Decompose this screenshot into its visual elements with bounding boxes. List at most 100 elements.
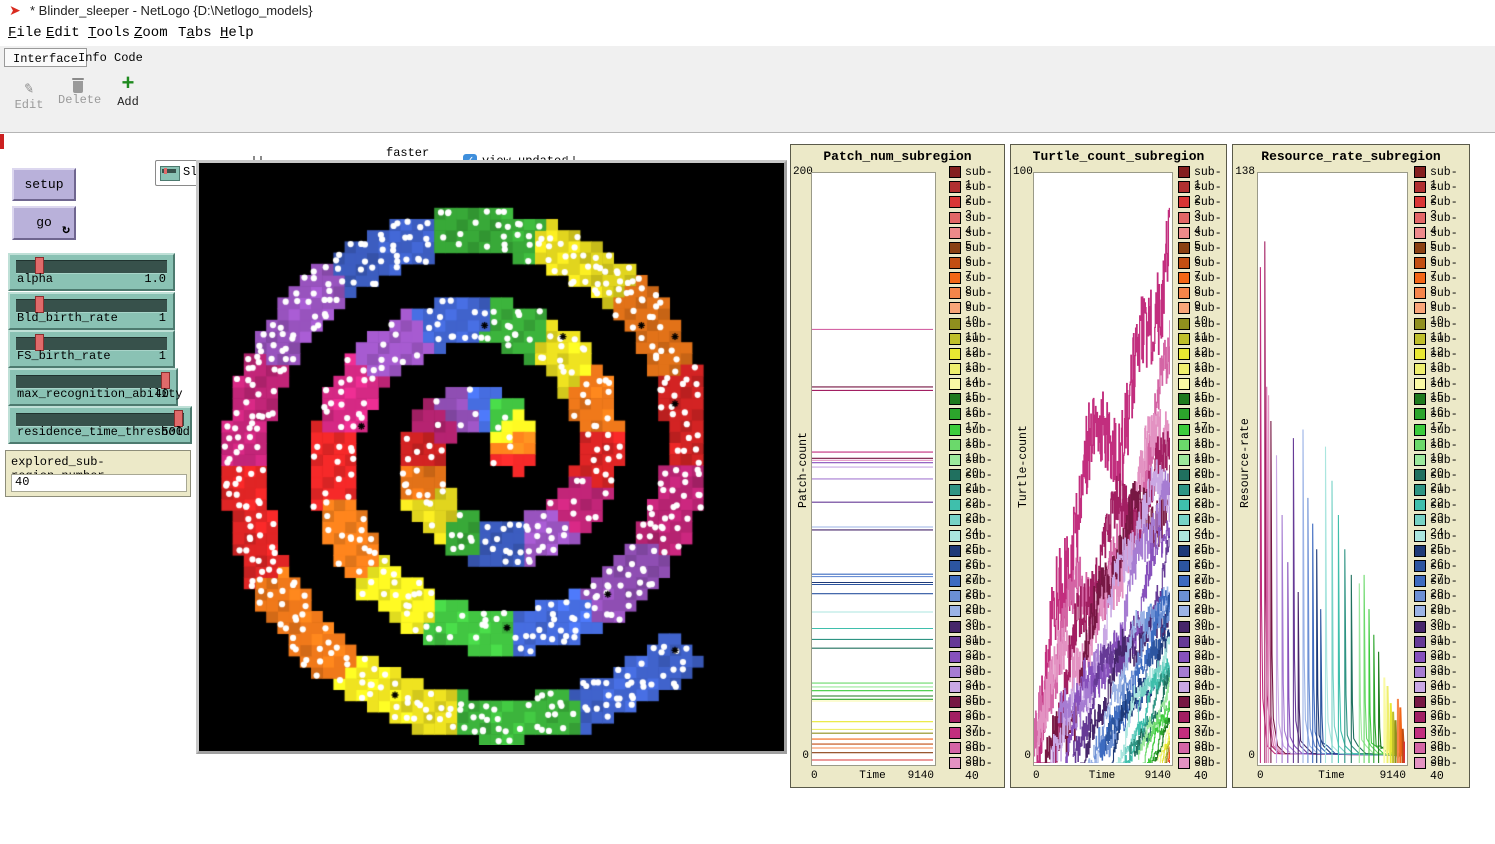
legend-swatch-icon bbox=[1414, 484, 1426, 496]
legend-swatch-icon bbox=[1414, 469, 1426, 481]
menu-help[interactable]: Help bbox=[220, 25, 254, 41]
plot-area bbox=[811, 172, 936, 766]
legend-swatch-icon bbox=[1414, 302, 1426, 314]
legend-swatch-icon bbox=[949, 757, 961, 769]
legend-swatch-icon bbox=[1414, 530, 1426, 542]
legend-swatch-icon bbox=[1414, 242, 1426, 254]
forever-icon: ↻ bbox=[62, 223, 70, 236]
slider-widget-icon bbox=[160, 166, 180, 181]
legend-swatch-icon bbox=[1178, 696, 1190, 708]
legend-swatch-icon bbox=[1178, 590, 1190, 602]
legend-swatch-icon bbox=[1178, 575, 1190, 587]
left-edge-red-mark bbox=[0, 134, 4, 149]
legend-label: sub-40 bbox=[1194, 757, 1222, 783]
legend-swatch-icon bbox=[949, 318, 961, 330]
monitor-explored-subregion-number: explored_sub-region_number 40 bbox=[5, 450, 191, 497]
go-button[interactable]: go ↻ bbox=[12, 206, 76, 240]
legend-swatch-icon bbox=[1178, 424, 1190, 436]
legend-swatch-icon bbox=[1178, 408, 1190, 420]
legend-swatch-icon bbox=[949, 545, 961, 557]
netlogo-logo-icon: ➤ bbox=[9, 3, 21, 19]
legend-swatch-icon bbox=[949, 424, 961, 436]
legend-swatch-icon bbox=[949, 333, 961, 345]
x-axis-max-label: 9140 bbox=[1257, 770, 1406, 782]
plot-area bbox=[1033, 172, 1173, 766]
legend-swatch-icon bbox=[949, 454, 961, 466]
legend-swatch-icon bbox=[949, 514, 961, 526]
legend-swatch-icon bbox=[949, 727, 961, 739]
legend-swatch-icon bbox=[949, 257, 961, 269]
menu-zoom[interactable]: Zoom bbox=[134, 25, 168, 41]
slider-label: alpha bbox=[17, 272, 53, 286]
legend-swatch-icon bbox=[1178, 348, 1190, 360]
window-title: * Blinder_sleeper - NetLogo {D:\Netlogo_… bbox=[30, 3, 313, 18]
slider-alpha[interactable]: alpha 1.0 bbox=[8, 253, 175, 291]
legend-swatch-icon bbox=[1178, 439, 1190, 451]
legend-swatch-icon bbox=[949, 363, 961, 375]
legend-swatch-icon bbox=[949, 742, 961, 754]
menu-tabs[interactable]: Tabs bbox=[178, 25, 212, 41]
legend-swatch-icon bbox=[949, 681, 961, 693]
legend-swatch-icon bbox=[1178, 287, 1190, 299]
legend-swatch-icon bbox=[1178, 681, 1190, 693]
legend-swatch-icon bbox=[1414, 363, 1426, 375]
legend-swatch-icon bbox=[949, 484, 961, 496]
legend-swatch-icon bbox=[1414, 212, 1426, 224]
plot-title: Resource_rate_subregion bbox=[1233, 149, 1469, 164]
delete-button[interactable]: Delete bbox=[58, 78, 98, 107]
legend-swatch-icon bbox=[1178, 181, 1190, 193]
legend-swatch-icon bbox=[949, 666, 961, 678]
slider-max-recognition-ability[interactable]: max_recognition_ability 40 bbox=[8, 368, 178, 406]
trash-icon bbox=[72, 78, 84, 93]
menu-file[interactable]: File bbox=[8, 25, 42, 41]
plot-patch-num-subregion: Patch_num_subregion2000Patch-count0Time9… bbox=[790, 144, 1005, 788]
menu-edit[interactable]: Edit bbox=[46, 25, 80, 41]
legend-swatch-icon bbox=[1178, 545, 1190, 557]
menu-bar: FileEdit ToolsZoom Tabs Help bbox=[0, 22, 1495, 46]
plot-turtle-count-subregion: Turtle_count_subregion1000Turtle-count0T… bbox=[1010, 144, 1227, 788]
plot-title: Turtle_count_subregion bbox=[1011, 149, 1226, 164]
legend-swatch-icon bbox=[1414, 393, 1426, 405]
legend-swatch-icon bbox=[1178, 605, 1190, 617]
legend-swatch-icon bbox=[1178, 530, 1190, 542]
setup-button[interactable]: setup bbox=[12, 168, 76, 201]
tab-code[interactable]: Code bbox=[106, 48, 151, 67]
edit-button[interactable]: ✎ Edit bbox=[14, 78, 44, 112]
legend-swatch-icon bbox=[1178, 757, 1190, 769]
slider-fs-birth-rate[interactable]: FS_birth_rate 1 bbox=[8, 330, 175, 368]
legend-swatch-icon bbox=[1178, 636, 1190, 648]
legend-swatch-icon bbox=[1414, 196, 1426, 208]
world-view-canvas[interactable] bbox=[199, 163, 778, 745]
slider-value: 1 bbox=[159, 349, 166, 363]
slider-bld-birth-rate[interactable]: Bld_birth_rate 1 bbox=[8, 292, 175, 330]
legend-swatch-icon bbox=[1178, 560, 1190, 572]
world-view[interactable] bbox=[196, 160, 787, 754]
legend-swatch-icon bbox=[1178, 514, 1190, 526]
menu-tools[interactable]: Tools bbox=[88, 25, 130, 41]
legend-swatch-icon bbox=[1414, 575, 1426, 587]
legend-swatch-icon bbox=[1178, 302, 1190, 314]
add-button[interactable]: + Add bbox=[113, 75, 143, 109]
legend-swatch-icon bbox=[1414, 590, 1426, 602]
slider-residence-time-threshold[interactable]: residence_time_threshold 500 bbox=[8, 406, 192, 444]
legend-swatch-icon bbox=[1414, 439, 1426, 451]
legend-swatch-icon bbox=[1178, 454, 1190, 466]
legend-swatch-icon bbox=[1414, 711, 1426, 723]
legend-swatch-icon bbox=[1178, 378, 1190, 390]
legend-swatch-icon bbox=[1178, 621, 1190, 633]
slider-value: 40 bbox=[155, 387, 169, 401]
plot-area bbox=[1257, 172, 1408, 766]
y-axis-title: Turtle-count bbox=[1017, 425, 1030, 508]
pencil-icon: ✎ bbox=[12, 76, 45, 101]
legend-swatch-icon bbox=[949, 272, 961, 284]
legend-swatch-icon bbox=[1414, 514, 1426, 526]
legend-swatch-icon bbox=[949, 590, 961, 602]
y-axis-min-label: 0 bbox=[1235, 750, 1255, 762]
legend-swatch-icon bbox=[1414, 727, 1426, 739]
legend-swatch-icon bbox=[1178, 393, 1190, 405]
legend-swatch-icon bbox=[949, 166, 961, 178]
legend-swatch-icon bbox=[1178, 484, 1190, 496]
legend-swatch-icon bbox=[1178, 469, 1190, 481]
legend-swatch-icon bbox=[949, 408, 961, 420]
add-button-label: Add bbox=[113, 95, 143, 109]
